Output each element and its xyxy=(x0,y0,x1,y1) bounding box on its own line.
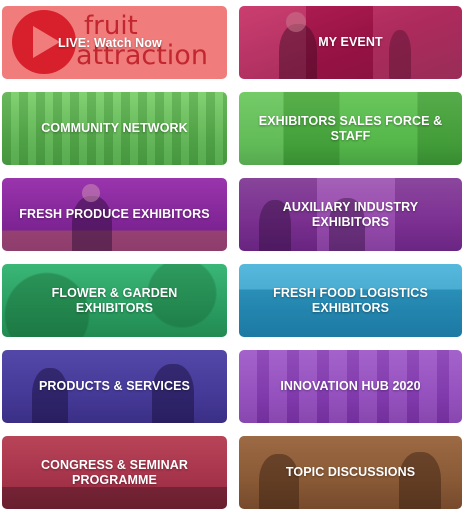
topic-discussions-tile[interactable]: TOPIC DISCUSSIONS xyxy=(239,436,462,509)
fresh-produce-exhibitors-tile[interactable]: FRESH PRODUCE EXHIBITORS xyxy=(2,178,227,251)
person-silhouette xyxy=(399,452,441,509)
tile-label: EXHIBITORS SALES FORCE & STAFF xyxy=(258,113,443,143)
tile-label: PRODUCTS & SERVICES xyxy=(38,379,190,393)
my-event-tile[interactable]: MY EVENT xyxy=(239,6,462,79)
play-icon xyxy=(33,26,60,58)
fresh-food-logistics-exhibitors-tile[interactable]: FRESH FOOD LOGISTICS EXHIBITORS xyxy=(239,264,462,337)
congress-seminar-programme-tile[interactable]: CONGRESS & SEMINAR PROGRAMME xyxy=(2,436,227,509)
person-silhouette xyxy=(32,368,68,423)
tile-label: AUXILIARY INDUSTRY EXHIBITORS xyxy=(282,199,419,229)
innovation-hub-tile[interactable]: INNOVATION HUB 2020 xyxy=(239,350,462,423)
tile-label: FRESH FOOD LOGISTICS EXHIBITORS xyxy=(273,285,428,315)
products-services-tile[interactable]: PRODUCTS & SERVICES xyxy=(2,350,227,423)
flower-garden-exhibitors-tile[interactable]: FLOWER & GARDEN EXHIBITORS xyxy=(2,264,227,337)
person-head xyxy=(286,12,306,32)
tile-label: COMMUNITY NETWORK xyxy=(41,121,188,135)
tile-label: CONGRESS & SEMINAR PROGRAMME xyxy=(41,457,188,487)
exhibitors-sales-force-tile[interactable]: EXHIBITORS SALES FORCE & STAFF xyxy=(239,92,462,165)
event-menu-grid: fruit attraction LIVE: Watch Now MY EVEN… xyxy=(2,6,462,509)
tile-label: FLOWER & GARDEN EXHIBITORS xyxy=(51,285,178,315)
person-head xyxy=(82,184,100,202)
live-watch-now-tile[interactable]: fruit attraction LIVE: Watch Now xyxy=(2,6,227,79)
tile-label: FRESH PRODUCE EXHIBITORS xyxy=(19,207,210,221)
person-silhouette xyxy=(259,454,299,509)
person-silhouette xyxy=(279,24,317,79)
tile-label: INNOVATION HUB 2020 xyxy=(280,379,421,393)
tile-label: TOPIC DISCUSSIONS xyxy=(285,465,416,479)
person-silhouette xyxy=(72,196,112,251)
tile-label: MY EVENT xyxy=(318,35,383,49)
tile-label: LIVE: Watch Now xyxy=(58,36,162,50)
community-network-tile[interactable]: COMMUNITY NETWORK xyxy=(2,92,227,165)
auxiliary-industry-exhibitors-tile[interactable]: AUXILIARY INDUSTRY EXHIBITORS xyxy=(239,178,462,251)
